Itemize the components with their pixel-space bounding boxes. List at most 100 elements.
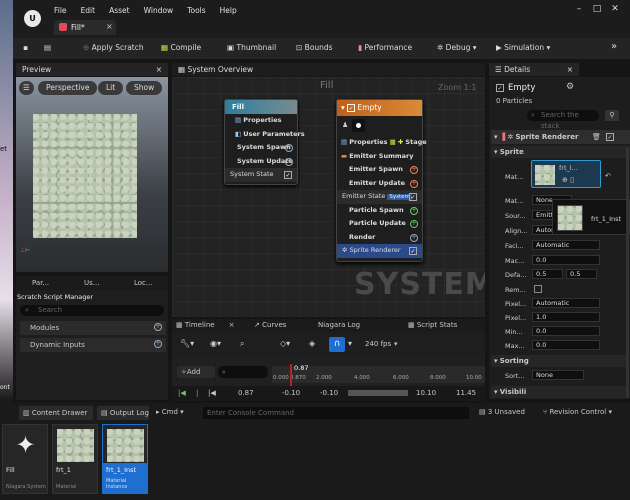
tab-curves[interactable]: ↗ Curves bbox=[254, 321, 286, 329]
system-state-checkbox[interactable]: ✓ bbox=[284, 171, 292, 179]
empty-emitter-node[interactable]: ▾ ✓ Empty ♟ ▤ Properties ▦ ✚ Stage ▬ Emi… bbox=[336, 99, 427, 262]
apply-scratch-button[interactable]: ⊕ Apply Scratch bbox=[83, 43, 144, 52]
renderer-enabled-checkbox[interactable]: ✓ bbox=[606, 133, 614, 141]
timeline-search-input[interactable]: ⌕ bbox=[218, 366, 268, 378]
reset-material-icon[interactable]: ↶ bbox=[605, 172, 611, 180]
fill-user-parameters-row[interactable]: ◧ User Parameters bbox=[225, 128, 305, 142]
console-input[interactable]: Enter Console Command bbox=[203, 407, 469, 419]
add-track-button[interactable]: +Add bbox=[177, 366, 215, 378]
fill-properties-row[interactable]: ▤ Properties bbox=[225, 114, 297, 128]
delete-renderer-icon[interactable]: 🗑︎ bbox=[592, 130, 601, 144]
tab-user[interactable]: Us... bbox=[84, 279, 99, 287]
sorting-section[interactable]: ▾ Sorting bbox=[491, 355, 626, 367]
add-particle-spawn-icon[interactable]: + bbox=[410, 206, 418, 215]
particle-spawn-row[interactable]: Particle Spawn + bbox=[337, 204, 422, 218]
dynamic-inputs-row[interactable]: Dynamic Inputs + bbox=[20, 338, 166, 352]
cmd-selector[interactable]: ▸ Cmd ▾ bbox=[156, 408, 184, 416]
fill-system-node[interactable]: Fill ▤ Properties ◧ User Parameters Syst… bbox=[224, 99, 305, 185]
save-icon[interactable]: ▪ bbox=[23, 43, 28, 52]
revision-control-button[interactable]: ⑂ Revision Control ▾ bbox=[543, 408, 612, 416]
search-timeline-icon[interactable]: ⌕ bbox=[240, 340, 244, 348]
wrench-icon[interactable]: 🔧︎▾ bbox=[180, 340, 194, 348]
system-overview-tab[interactable]: System Overview bbox=[187, 65, 253, 74]
menu-window[interactable]: Window bbox=[144, 6, 174, 15]
asset-material-instance[interactable]: frt_1_Inst Material Instance bbox=[102, 424, 148, 494]
fill-system-state-row[interactable]: System State ✓ bbox=[225, 168, 297, 182]
add-emitter-update-icon[interactable]: + bbox=[410, 179, 418, 188]
pixel-2-value[interactable]: 1.0 bbox=[532, 312, 600, 322]
fill-system-spawn-row[interactable]: System Spawn + bbox=[225, 141, 297, 155]
details-scrollbar[interactable] bbox=[626, 148, 629, 398]
menu-asset[interactable]: Asset bbox=[109, 6, 130, 15]
key-icon[interactable]: ◇▾ bbox=[280, 340, 290, 348]
snap-icon[interactable]: ◈ bbox=[309, 340, 315, 348]
modules-row[interactable]: Modules + bbox=[20, 321, 166, 335]
material-browse-icon[interactable]: ⊕ ▯ bbox=[562, 176, 574, 184]
macro-value[interactable]: 0.0 bbox=[532, 255, 600, 265]
default-y-value[interactable]: 0.5 bbox=[566, 269, 597, 279]
asset-fill[interactable]: ✦ Fill Niagara System bbox=[2, 424, 48, 494]
fps-dropdown-icon[interactable]: ▾ bbox=[394, 340, 398, 348]
pixel-alignment-value[interactable]: Automatic bbox=[532, 298, 600, 308]
asset-tab[interactable]: Fill* × bbox=[54, 20, 116, 35]
details-close-icon[interactable]: × bbox=[567, 65, 573, 74]
sprite-renderer-row[interactable]: ✲ Sprite Renderer ✓ bbox=[337, 244, 422, 258]
sprite-renderer-checkbox[interactable]: ✓ bbox=[409, 247, 417, 255]
transport-jump-start-icon[interactable]: |◀ bbox=[178, 389, 186, 397]
graph-canvas[interactable]: Fill Zoom 1:1 SYSTEM bbox=[172, 77, 485, 317]
show-button[interactable]: Show bbox=[126, 81, 163, 95]
emitter-settings-icon[interactable]: ⚙ bbox=[566, 82, 574, 92]
emitter-summary-row[interactable]: ▬ Emitter Summary bbox=[337, 150, 422, 164]
stack-search-input[interactable]: ⌕ Search the stack bbox=[527, 110, 599, 130]
lit-button[interactable]: Lit bbox=[98, 81, 124, 95]
tab-script-stats[interactable]: ▦ Script Stats bbox=[408, 321, 457, 329]
collapse-icon[interactable]: ▾ bbox=[341, 103, 345, 112]
range-start2-input[interactable]: -0.10 bbox=[320, 389, 338, 397]
filter-icon[interactable]: ⚲ bbox=[605, 110, 619, 121]
add-renderer-icon[interactable]: + bbox=[410, 233, 418, 242]
unreal-logo-icon[interactable]: U bbox=[24, 10, 41, 27]
sprite-renderer-section[interactable]: ▾ ▐ ✲ Sprite Renderer 🗑︎ ✓ bbox=[491, 130, 630, 144]
emitter-spawn-row[interactable]: Emitter Spawn + bbox=[337, 163, 422, 177]
default-x-value[interactable]: 0.5 bbox=[532, 269, 563, 279]
minimize-icon[interactable]: – bbox=[570, 4, 588, 14]
preview-viewport[interactable]: ☰ Perspective Lit Show ⊥⊢ bbox=[16, 77, 168, 272]
emitter-state-row[interactable]: Emitter State System ✓ bbox=[337, 190, 422, 204]
min-value[interactable]: 0.0 bbox=[532, 326, 600, 336]
timeline-scrollbar[interactable] bbox=[348, 390, 408, 396]
fps-selector[interactable]: 240 fps bbox=[365, 340, 391, 348]
menu-edit[interactable]: Edit bbox=[81, 6, 96, 15]
snap-options-icon[interactable]: ▾ bbox=[348, 340, 352, 348]
range-start-input[interactable]: -0.10 bbox=[282, 389, 300, 397]
fill-system-update-row[interactable]: System Update + bbox=[225, 155, 297, 169]
debug-button[interactable]: ✲ Debug ▾ bbox=[437, 43, 477, 52]
add-system-update-icon[interactable]: + bbox=[285, 157, 293, 166]
content-drawer-button[interactable]: ▥ Content Drawer bbox=[19, 406, 93, 420]
empty-properties-row[interactable]: ▤ Properties ▦ ✚ Stage bbox=[337, 136, 427, 150]
close-window-icon[interactable]: ✕ bbox=[606, 4, 624, 14]
viewport-menu-button[interactable]: ☰ bbox=[19, 81, 34, 95]
enable-checkbox[interactable]: ✓ bbox=[347, 104, 356, 112]
magnet-button[interactable]: ∩ bbox=[329, 337, 345, 352]
max-value[interactable]: 0.0 bbox=[532, 340, 600, 350]
compile-button[interactable]: ▦ Compile bbox=[161, 43, 201, 52]
performance-button[interactable]: ▮ Performance bbox=[358, 43, 412, 52]
emitter-enable-checkbox[interactable]: ✓ bbox=[496, 84, 504, 92]
emitter-state-checkbox[interactable]: ✓ bbox=[409, 193, 417, 201]
add-dynamic-input-icon[interactable]: + bbox=[154, 340, 162, 348]
tab-close-icon[interactable]: × bbox=[106, 22, 113, 31]
render-row[interactable]: Render + bbox=[337, 231, 422, 245]
output-log-button[interactable]: ▤ Output Log bbox=[97, 406, 149, 420]
browse-icon[interactable]: ▤ bbox=[44, 43, 51, 52]
material-slot[interactable]: frt_l... ⊕ ▯ bbox=[531, 160, 601, 188]
bounds-button[interactable]: ⊡ Bounds bbox=[296, 43, 333, 52]
transport-step-back-icon[interactable]: | bbox=[196, 389, 198, 397]
sort-value[interactable]: None bbox=[532, 370, 584, 380]
menu-help[interactable]: Help bbox=[220, 6, 237, 15]
asset-material[interactable]: frt_1 Material bbox=[52, 424, 98, 494]
eye-icon[interactable]: ◉▾ bbox=[210, 340, 221, 348]
add-particle-update-icon[interactable]: + bbox=[410, 220, 418, 228]
menu-file[interactable]: File bbox=[54, 6, 67, 15]
expand-toolbar-icon[interactable]: » bbox=[611, 41, 617, 52]
facing-value[interactable]: Automatic bbox=[532, 240, 600, 250]
